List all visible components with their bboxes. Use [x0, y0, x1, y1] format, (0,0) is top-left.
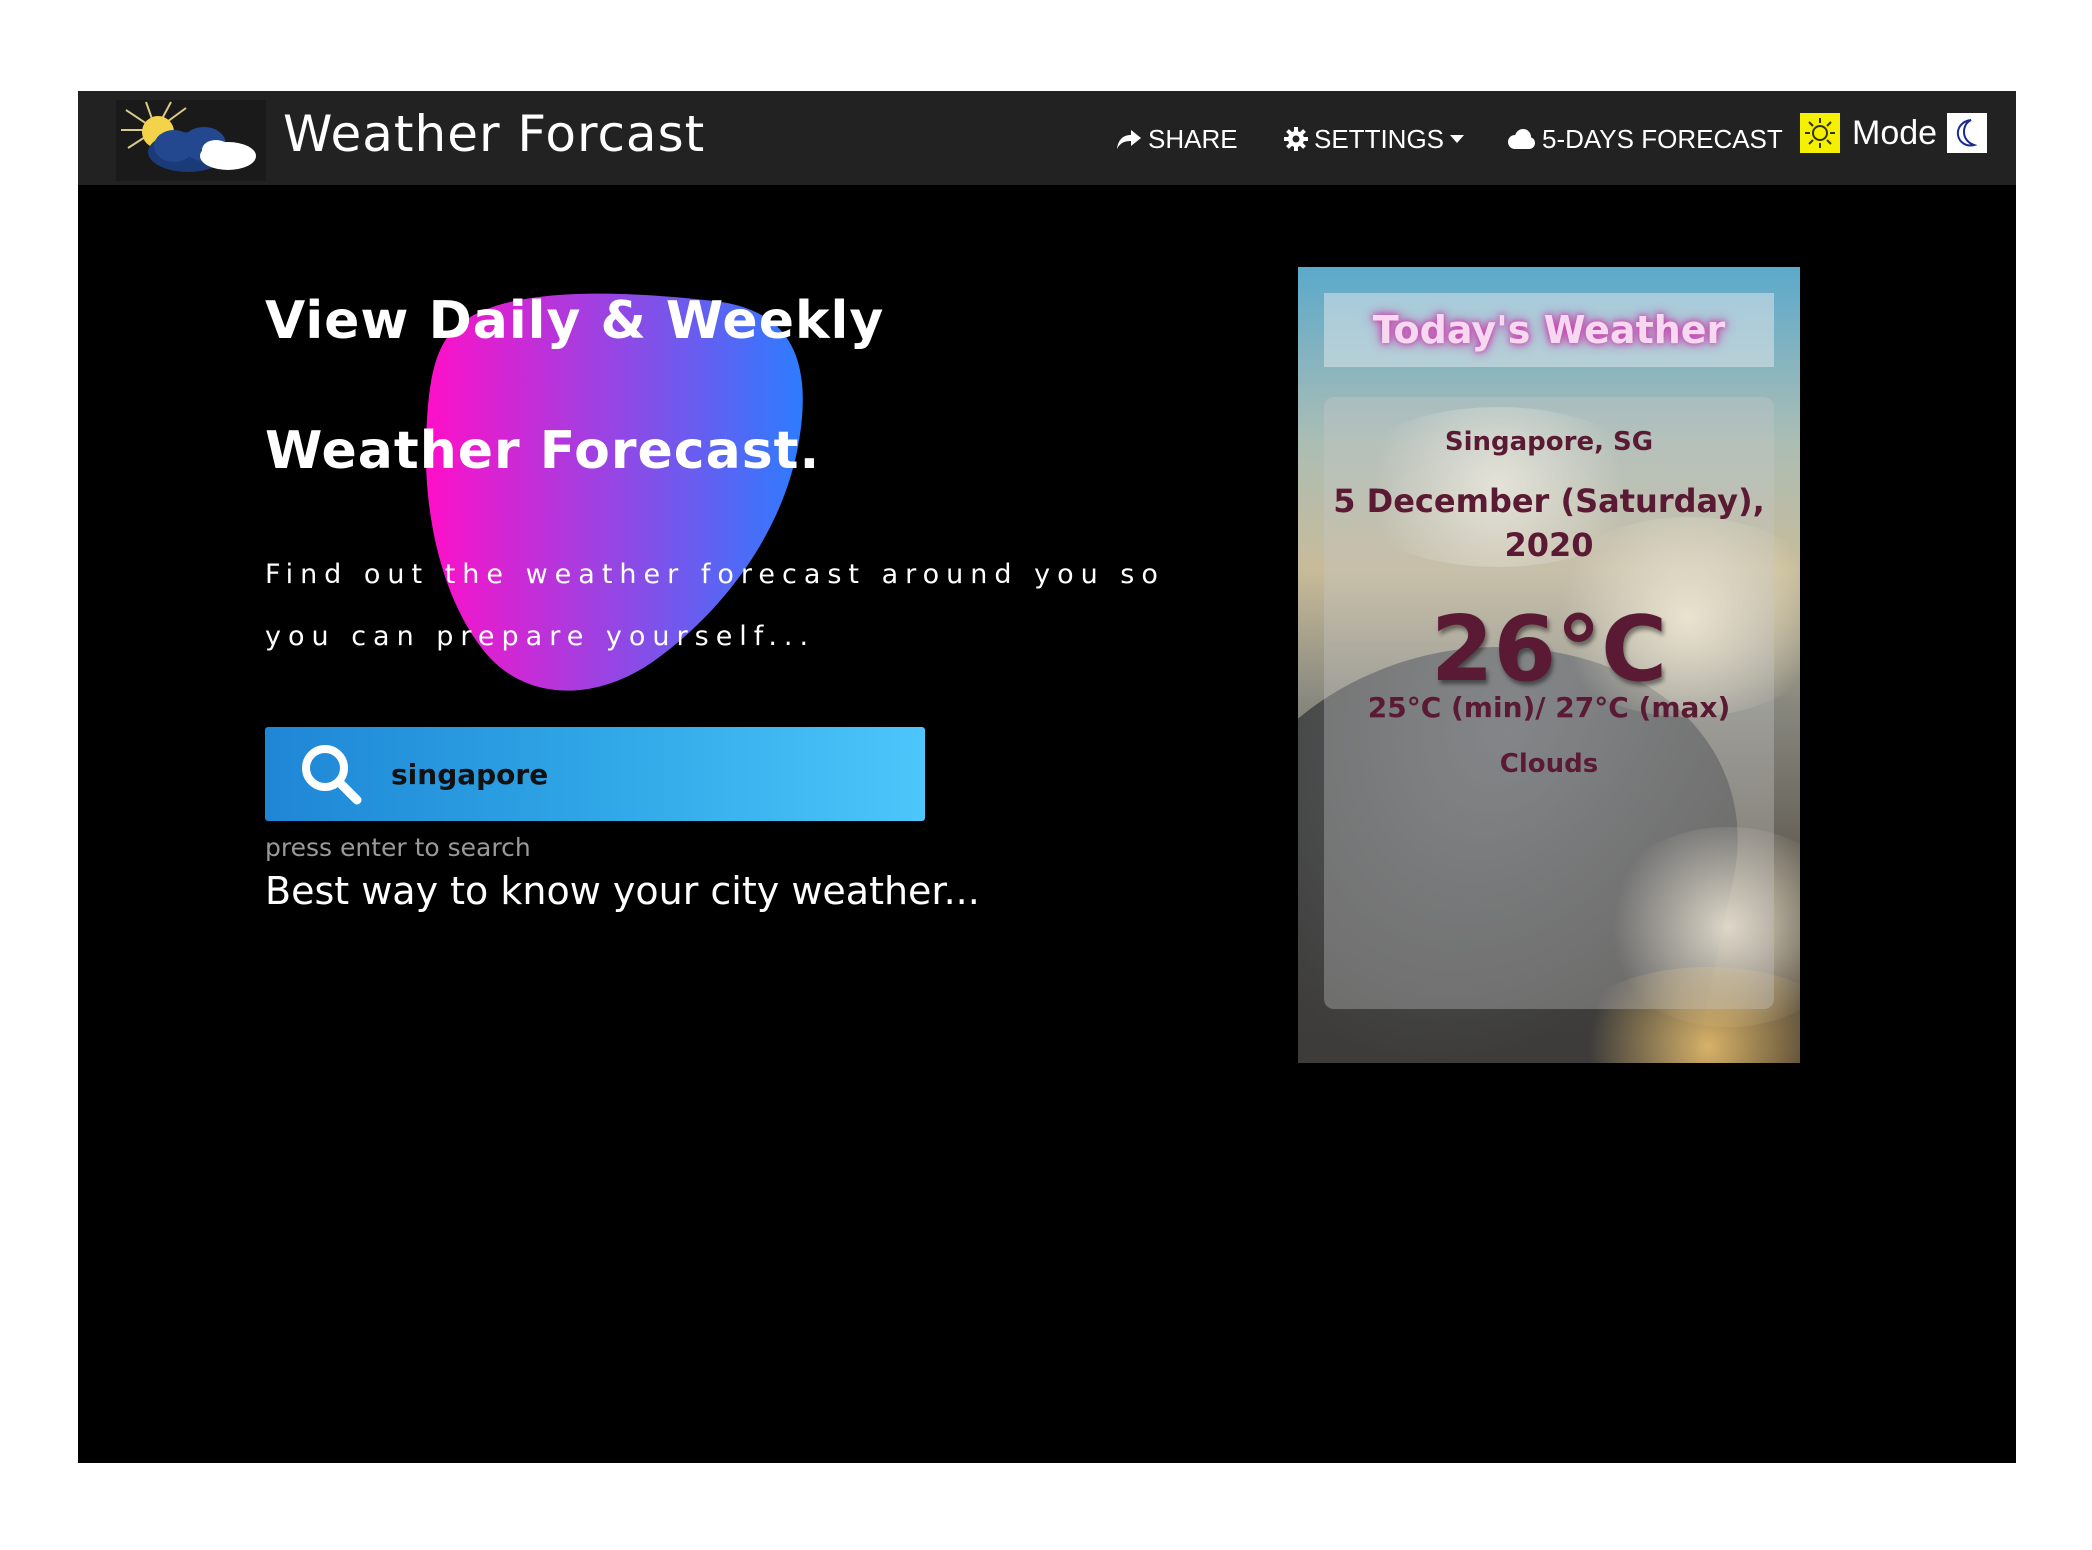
chevron-down-icon	[1450, 135, 1465, 143]
share-label: SHARE	[1148, 123, 1238, 154]
city-search-input[interactable]	[389, 743, 873, 805]
mode-label: Mode	[1852, 113, 1938, 152]
cloud-icon	[1508, 129, 1535, 149]
weather-city: Singapore, SG	[1444, 427, 1654, 457]
moon-icon	[1956, 119, 1978, 147]
card-header: Today's Weather	[1324, 293, 1774, 367]
weather-min-max: 25°C (min)/ 27°C (max)	[1367, 691, 1731, 724]
five-day-forecast-link[interactable]: 5-DAYS FORECAST	[1506, 119, 1783, 159]
settings-dropdown[interactable]: SETTINGS	[1284, 119, 1465, 159]
app-container: Weather Forcast SHARE SETTINGS 5-DAYS FO…	[78, 91, 2016, 1463]
gear-icon	[1284, 127, 1308, 151]
share-icon	[1117, 130, 1141, 149]
weather-temperature: 26°C	[1430, 597, 1668, 702]
brand-title[interactable]: Weather Forcast	[283, 105, 705, 163]
tagline: Best way to know your city weather...	[265, 869, 980, 913]
hero-title-line2: Weather Forecast.	[265, 421, 821, 481]
light-mode-button[interactable]	[1800, 113, 1840, 153]
weather-description: Clouds	[1499, 749, 1599, 779]
card-header-title: Today's Weather	[1372, 308, 1726, 352]
weather-date: 5 December (Saturday), 2020	[1333, 482, 1765, 564]
settings-label: SETTINGS	[1314, 123, 1445, 154]
card-body: Singapore, SG 5 December (Saturday), 202…	[1324, 397, 1774, 1009]
mode-toggle: Mode	[1800, 113, 1988, 153]
navbar: Weather Forcast SHARE SETTINGS 5-DAYS FO…	[78, 91, 2016, 185]
sun-cloud-logo-icon[interactable]	[116, 100, 266, 181]
dark-mode-button[interactable]	[1947, 113, 1988, 153]
hero-title-line1: View Daily & Weekly	[265, 291, 885, 351]
search-icon[interactable]	[299, 742, 363, 806]
search-box	[265, 727, 925, 821]
weather-card: Today's Weather Singapore, SG 5 December…	[1298, 267, 1800, 1063]
sun-icon	[1805, 118, 1835, 148]
search-hint: press enter to search	[265, 833, 531, 862]
forecast-label: 5-DAYS FORECAST	[1542, 123, 1783, 154]
hero-description-line1: Find out the weather forecast around you…	[265, 559, 1165, 590]
hero-description-line2: you can prepare yourself...	[265, 621, 816, 652]
share-button[interactable]: SHARE	[1116, 119, 1238, 159]
